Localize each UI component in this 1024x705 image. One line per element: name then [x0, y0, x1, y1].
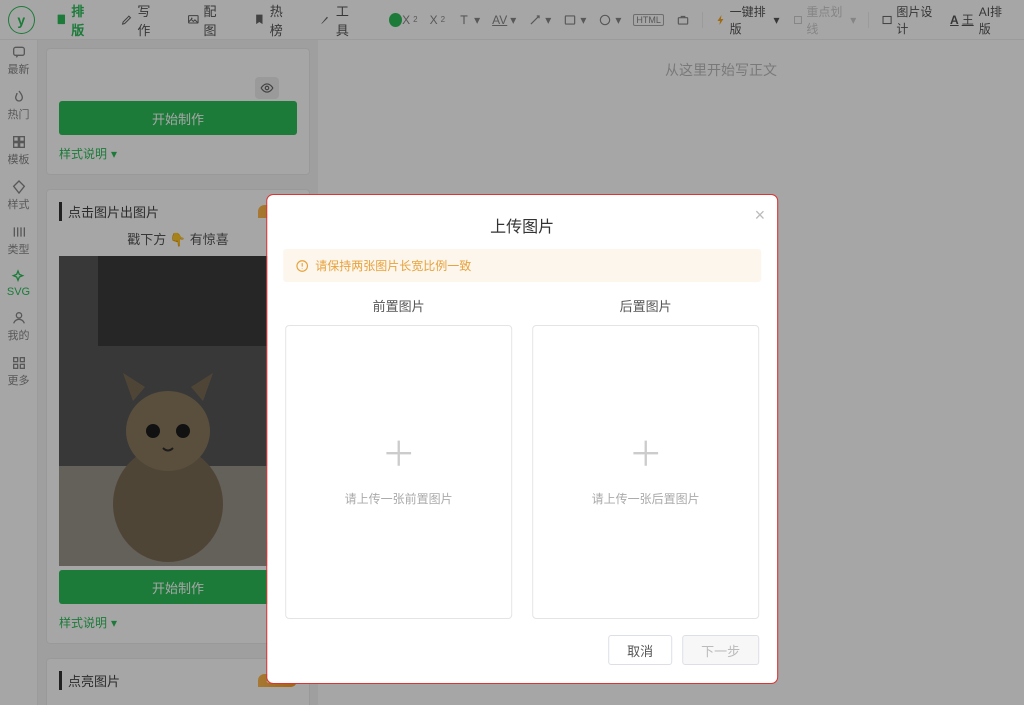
front-upload-col: 前置图片 ＋ 请上传一张前置图片	[285, 296, 512, 619]
modal-hint-text: 请保持两张图片长宽比例一致	[315, 257, 471, 274]
front-label: 前置图片	[373, 296, 425, 315]
back-label: 后置图片	[620, 296, 672, 315]
front-upload-box[interactable]: ＋ 请上传一张前置图片	[285, 325, 512, 619]
modal-close-button[interactable]: ×	[755, 205, 766, 226]
back-upload-text: 请上传一张后置图片	[592, 490, 700, 507]
back-upload-box[interactable]: ＋ 请上传一张后置图片	[532, 325, 759, 619]
modal-title: 上传图片	[267, 195, 777, 249]
plus-icon: ＋	[382, 438, 416, 472]
next-button[interactable]: 下一步	[682, 635, 759, 665]
front-upload-text: 请上传一张前置图片	[345, 490, 453, 507]
plus-icon: ＋	[629, 438, 663, 472]
modal-hint: 请保持两张图片长宽比例一致	[283, 249, 761, 282]
back-upload-col: 后置图片 ＋ 请上传一张后置图片	[532, 296, 759, 619]
cancel-button[interactable]: 取消	[608, 635, 672, 665]
warning-icon	[295, 259, 309, 273]
upload-image-modal: × 上传图片 请保持两张图片长宽比例一致 前置图片 ＋ 请上传一张前置图片 后置…	[267, 195, 777, 683]
